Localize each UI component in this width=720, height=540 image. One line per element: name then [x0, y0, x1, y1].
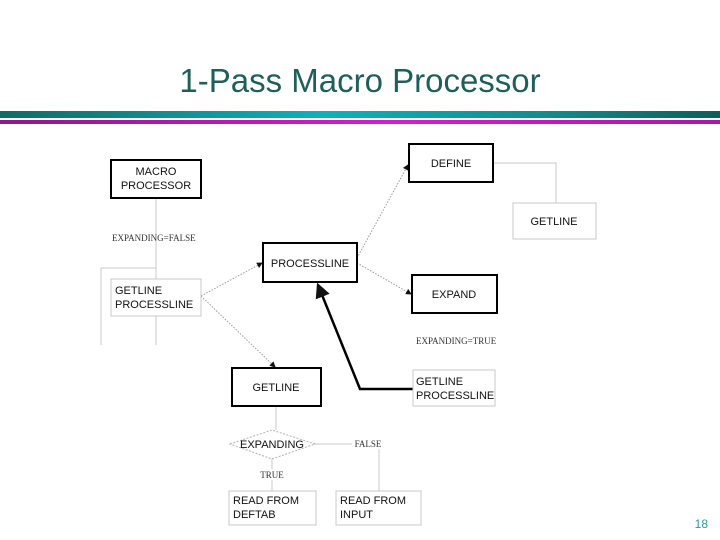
node-macro-processor: MACRO PROCESSOR	[110, 159, 202, 199]
arrow-processline-to-expand	[356, 262, 412, 295]
connectors	[100, 162, 557, 491]
node-read-deftab: READ FROM DEFTAB	[228, 490, 317, 526]
node-label: PROCESSLINE	[271, 258, 349, 270]
arrow-return-to-processline	[315, 282, 413, 391]
node-label: DEFINE	[431, 158, 471, 170]
node-expand: EXPAND	[411, 274, 498, 314]
node-label: GETLINE	[530, 216, 577, 228]
node-label: READ FROM	[233, 495, 299, 507]
node-label: EXPAND	[432, 289, 476, 301]
node-read-input: READ FROM INPUT	[335, 490, 422, 526]
label-expanding-true: EXPANDING=TRUE	[416, 336, 497, 346]
node-label: DEFTAB	[233, 509, 276, 521]
arrow-left-to-processline	[200, 262, 263, 297]
node-label: EXPANDING	[240, 439, 304, 451]
node-label: PROCESSLINE	[115, 299, 193, 311]
node-getline-processline-left: GETLINE PROCESSLINE	[110, 278, 202, 317]
label-false-branch: FALSE	[355, 439, 382, 449]
page-number: 18	[694, 517, 708, 531]
node-getline-processline-right: GETLINE PROCESSLINE	[412, 369, 496, 407]
node-label: PROCESSOR	[121, 180, 191, 192]
node-label: GETLINE	[115, 285, 162, 297]
node-expanding-decision: EXPANDING	[228, 429, 317, 460]
flow-diagram: MACRO PROCESSOR PROCESSLINE DEFINE EXPAN…	[100, 143, 597, 526]
arrow-left-to-getline	[200, 295, 276, 368]
label-expanding-false: EXPANDING=FALSE	[112, 233, 196, 243]
node-label: READ FROM	[340, 495, 406, 507]
node-label: GETLINE	[416, 376, 463, 388]
node-label: MACRO	[136, 166, 177, 178]
node-label: GETLINE	[252, 382, 299, 394]
node-getline-define: GETLINE	[512, 202, 597, 240]
label-true-branch: TRUE	[260, 470, 284, 480]
arrow-processline-to-define	[356, 164, 409, 259]
connector-define-getline	[493, 162, 557, 203]
node-getline: GETLINE	[231, 367, 322, 407]
node-define: DEFINE	[408, 143, 494, 183]
node-processline: PROCESSLINE	[262, 242, 358, 283]
node-label: INPUT	[340, 509, 373, 521]
node-label: PROCESSLINE	[416, 390, 494, 402]
